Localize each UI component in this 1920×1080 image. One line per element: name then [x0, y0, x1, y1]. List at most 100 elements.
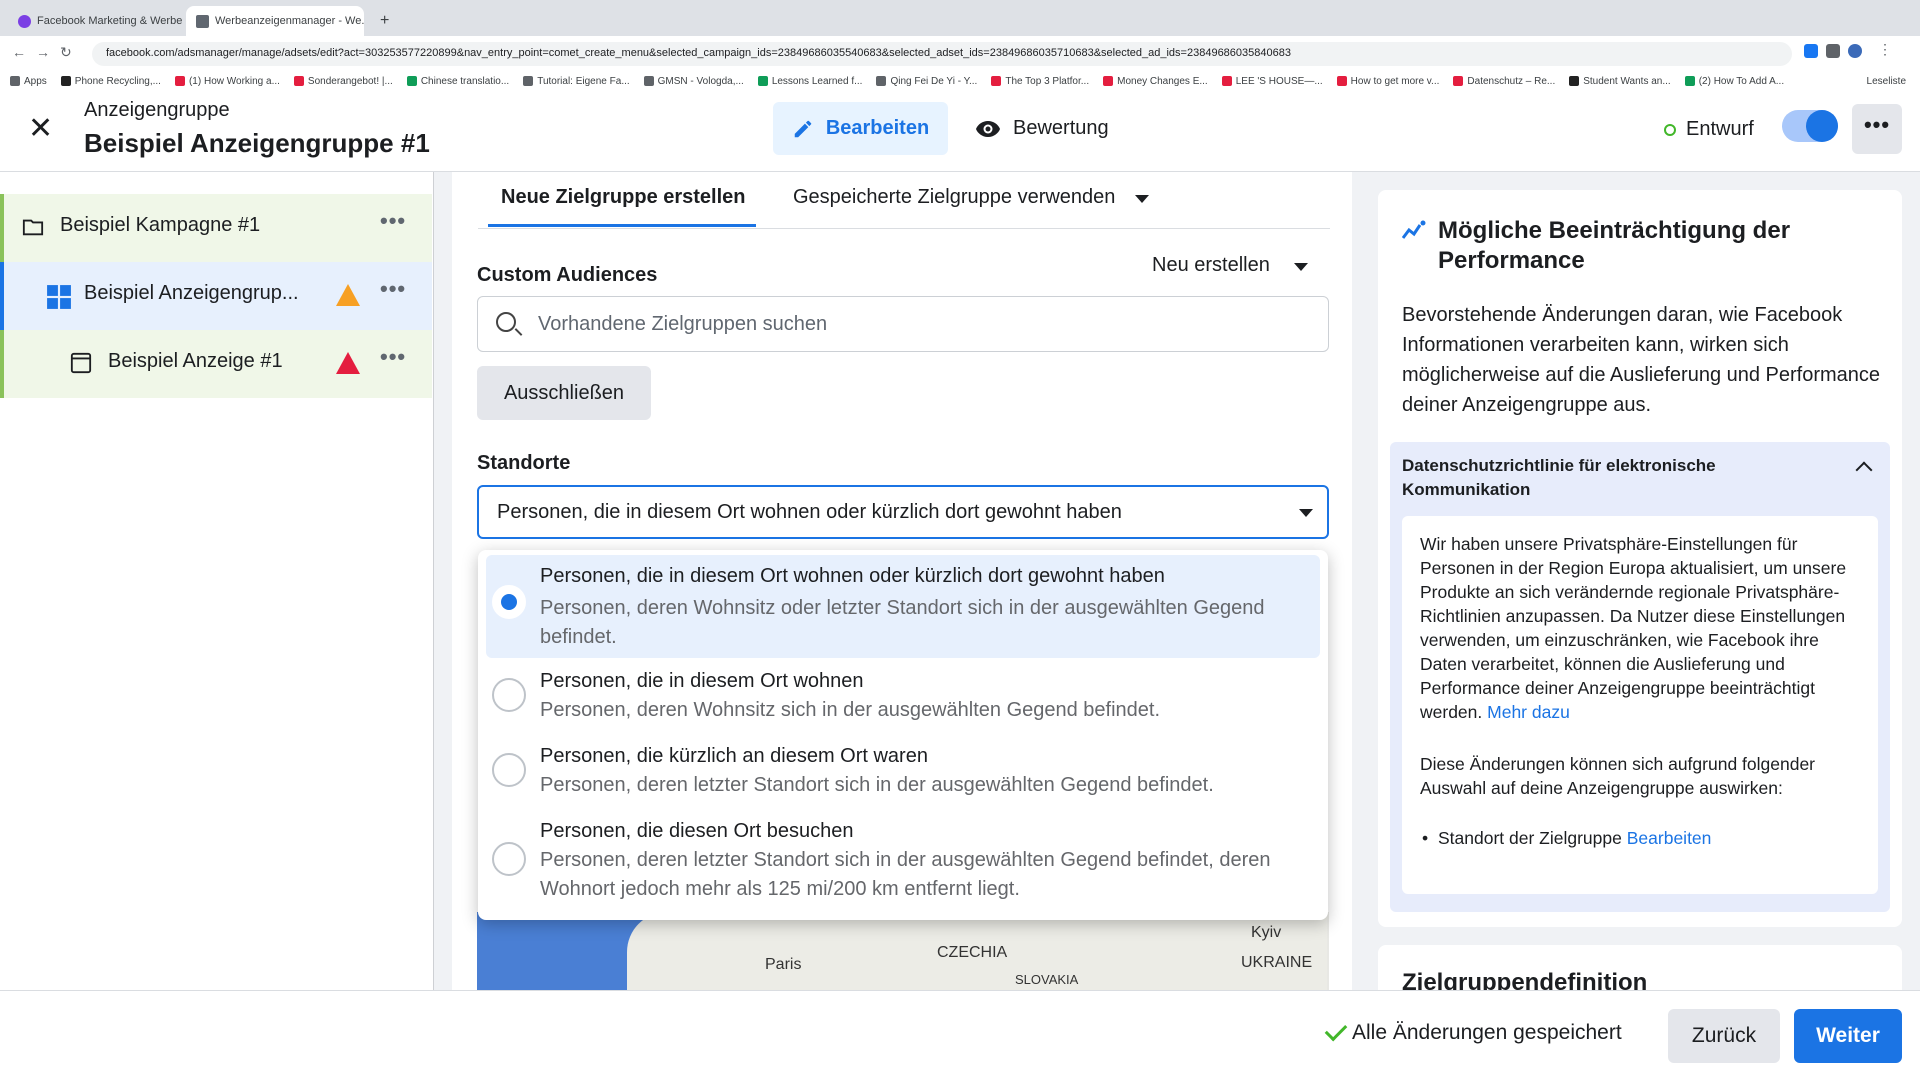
map-label: Paris [765, 956, 802, 973]
bookmark-item[interactable]: (1) How Working a... [174, 76, 280, 87]
ad-more-icon[interactable]: ••• [380, 344, 406, 370]
bookmark-item[interactable]: Datenschutz – Re... [1453, 76, 1555, 87]
bookmark-favicon-icon [1684, 76, 1695, 86]
tab-saved-audience[interactable]: Gespeicherte Zielgruppe verwenden [793, 186, 1115, 209]
accordion-text-2: Diese Änderungen können sich aufgrund fo… [1420, 754, 1816, 798]
bookmark-item[interactable]: Apps [10, 76, 47, 87]
browser-tab[interactable]: Facebook Marketing & Werbe... ✕ [8, 6, 183, 36]
back-button[interactable]: Zurück [1668, 1009, 1780, 1063]
profile-avatar-icon[interactable] [1848, 44, 1862, 58]
bookmark-favicon-icon [174, 76, 185, 86]
new-tab-button[interactable]: + [370, 6, 400, 36]
radio-icon[interactable] [492, 842, 526, 876]
checkmark-icon [1324, 1018, 1348, 1042]
bookmark-item[interactable]: Money Changes E... [1103, 76, 1208, 87]
card-body: Bevorstehende Änderungen daran, wie Face… [1402, 304, 1881, 416]
card-title: Mögliche Beeinträchtigung der Performanc… [1438, 217, 1791, 274]
bookmark-item[interactable]: The Top 3 Platfor... [991, 76, 1089, 87]
location-type-select[interactable]: Personen, die in diesem Ort wohnen oder … [477, 485, 1329, 539]
edit-button[interactable]: Bearbeiten [773, 102, 948, 155]
chevron-up-icon[interactable] [1855, 461, 1873, 479]
warning-icon [336, 284, 360, 306]
adset-more-icon[interactable]: ••• [380, 276, 406, 302]
puzzle-extension-icon[interactable] [1826, 44, 1840, 58]
bookmark-favicon-icon [876, 76, 887, 86]
status-badge: Entwurf [1664, 118, 1754, 141]
browser-toolbar: ← → ↻ facebook.com/adsmanager/manage/ads… [0, 36, 1920, 90]
location-option[interactable]: Personen, die in diesem Ort wohnen Perso… [486, 662, 1320, 734]
bookmark-item[interactable]: Sonderangebot! |... [293, 76, 393, 87]
accordion-body: Wir haben unsere Privatsphäre-Einstellun… [1402, 516, 1878, 894]
radio-icon[interactable] [492, 678, 526, 712]
address-bar[interactable]: facebook.com/adsmanager/manage/adsets/ed… [92, 42, 1792, 66]
bookmark-favicon-icon [10, 76, 20, 86]
bookmark-item[interactable]: (2) How To Add A... [1684, 76, 1784, 87]
performance-warning-card: Mögliche Beeinträchtigung der Performanc… [1378, 190, 1902, 927]
pencil-icon [794, 120, 812, 137]
bookmark-item[interactable]: Student Wants an... [1569, 76, 1671, 87]
back-arrow-icon[interactable]: ← [12, 44, 26, 60]
bookmark-favicon-icon [1569, 76, 1580, 86]
location-option[interactable]: Personen, die diesen Ort besuchen Person… [486, 812, 1320, 914]
radio-selected-icon[interactable] [492, 585, 526, 619]
map-label: Kyiv [1251, 924, 1282, 941]
bookmark-favicon-icon [60, 76, 71, 86]
review-button[interactable]: Bewertung [975, 102, 1109, 155]
location-option[interactable]: Personen, die in diesem Ort wohnen oder … [486, 555, 1320, 658]
bookmark-item[interactable]: Phone Recycling,... [60, 76, 161, 87]
chevron-down-icon[interactable] [1294, 263, 1308, 271]
search-icon [496, 312, 516, 332]
next-button[interactable]: Weiter [1794, 1009, 1902, 1063]
app-header: ✕ Anzeigengruppe Beispiel Anzeigengruppe… [0, 90, 1920, 172]
divider [478, 228, 1330, 229]
bookmark-favicon-icon [643, 76, 654, 86]
close-icon[interactable]: ✕ [28, 114, 53, 144]
location-map[interactable]: Paris CZECHIA SLOVAKIA Kyiv UKRAINE [477, 912, 1329, 990]
bookmark-item[interactable]: How to get more v... [1336, 76, 1439, 87]
page-favicon-icon [196, 14, 209, 28]
reading-list[interactable]: Leseliste [1867, 76, 1920, 87]
bookmark-favicon-icon [1453, 76, 1464, 86]
status-toggle[interactable] [1782, 110, 1838, 142]
bookmark-favicon-icon [523, 76, 534, 86]
map-label: UKRAINE [1241, 954, 1313, 971]
forward-arrow-icon[interactable]: → [36, 44, 50, 60]
accordion-title[interactable]: Datenschutzrichtlinie für elektronische … [1402, 454, 1842, 502]
chevron-down-icon [1299, 509, 1313, 517]
audience-search-input[interactable]: Vorhandene Zielgruppen suchen [477, 296, 1329, 352]
location-type-dropdown: Personen, die in diesem Ort wohnen oder … [478, 550, 1328, 920]
radio-icon[interactable] [492, 753, 526, 787]
breadcrumb: Anzeigengruppe [84, 99, 230, 121]
error-icon [336, 352, 360, 374]
bookmark-item[interactable]: Lessons Learned f... [757, 76, 862, 87]
location-option[interactable]: Personen, die kürzlich an diesem Ort war… [486, 737, 1320, 809]
learn-more-link[interactable]: Mehr dazu [1487, 702, 1570, 722]
exclude-button[interactable]: Ausschließen [477, 366, 651, 420]
bookmark-item[interactable]: LEE 'S HOUSE—... [1221, 76, 1323, 87]
bookmark-item[interactable]: Chinese translatio... [406, 76, 509, 87]
bookmark-item[interactable]: GMSN - Vologda,... [643, 76, 744, 87]
edit-location-link[interactable]: Bearbeiten [1627, 828, 1712, 848]
new-create-dropdown[interactable]: Neu erstellen [1152, 254, 1270, 277]
chevron-down-icon[interactable] [1135, 195, 1149, 203]
browser-tab-active[interactable]: Werbeanzeigenmanager - We... ✕ [186, 6, 364, 36]
tree-item-campaign[interactable]: Beispiel Kampagne #1 ••• [0, 194, 432, 262]
tab-new-audience[interactable]: Neue Zielgruppe erstellen [501, 186, 746, 209]
save-status: Alle Änderungen gespeichert [1324, 1018, 1622, 1045]
tree-item-adset[interactable]: Beispiel Anzeigengrup... ••• [0, 262, 432, 330]
bookmark-item[interactable]: Tutorial: Eigene Fa... [523, 76, 630, 87]
custom-audiences-label: Custom Audiences [477, 264, 658, 286]
facebook-extension-icon[interactable] [1804, 44, 1818, 58]
eye-icon [976, 120, 1000, 137]
map-label: SLOVAKIA [1015, 972, 1079, 987]
menu-icon[interactable]: ⋮ [1878, 41, 1892, 57]
map-label: CZECHIA [937, 944, 1008, 961]
reload-icon[interactable]: ↻ [60, 44, 72, 61]
tree-item-ad[interactable]: Beispiel Anzeige #1 ••• [0, 330, 432, 398]
privacy-accordion: Datenschutzrichtlinie für elektronische … [1390, 442, 1890, 912]
meta-favicon-icon [18, 14, 31, 28]
bookmark-item[interactable]: Qing Fei De Yi - Y... [876, 76, 977, 87]
more-options-button[interactable]: ••• [1852, 104, 1902, 154]
browser-tabbar: Facebook Marketing & Werbe... ✕ Werbeanz… [0, 0, 1920, 36]
campaign-more-icon[interactable]: ••• [380, 208, 406, 234]
